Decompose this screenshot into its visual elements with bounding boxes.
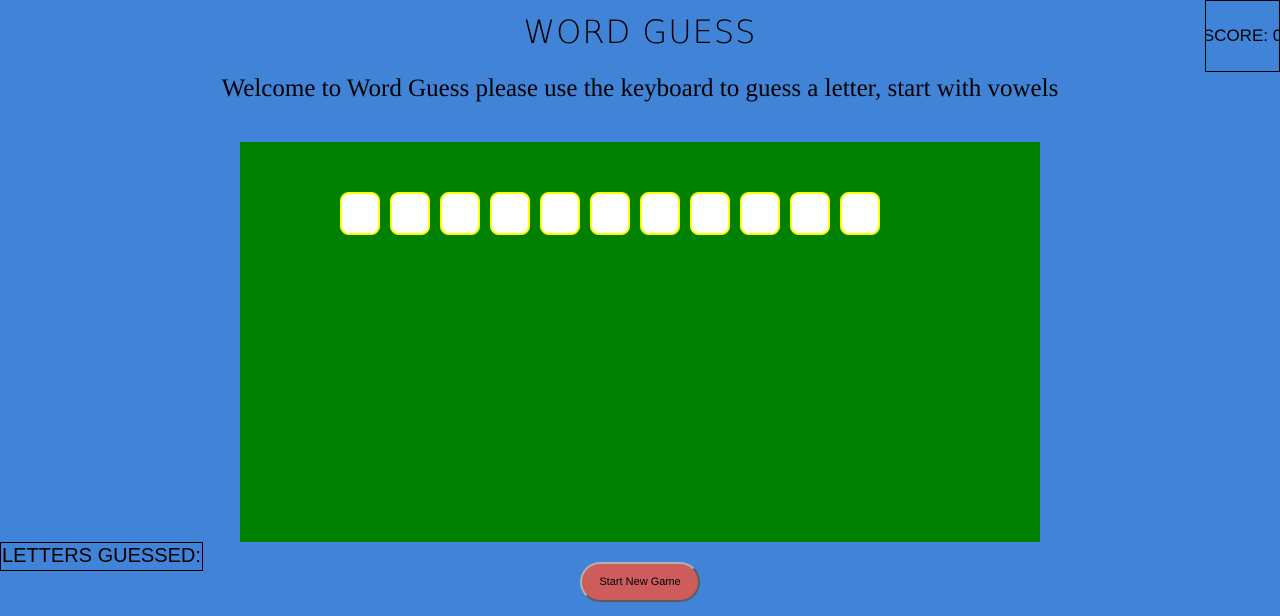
letter-tile <box>340 192 380 235</box>
letter-tile <box>790 192 830 235</box>
word-tiles <box>340 192 880 235</box>
page-title: WORD GUESS <box>523 13 757 51</box>
letter-tile <box>640 192 680 235</box>
letter-tile <box>840 192 880 235</box>
letters-guessed-box: LETTERS GUESSED: <box>0 542 203 571</box>
letter-tile <box>440 192 480 235</box>
start-new-game-button[interactable]: Start New Game <box>580 562 700 602</box>
score-label: SCORE: 0 <box>1205 26 1280 45</box>
letter-tile <box>590 192 630 235</box>
letter-tile <box>390 192 430 235</box>
instructions-text: Welcome to Word Guess please use the key… <box>221 75 1059 102</box>
letter-tile <box>540 192 580 235</box>
score-display: SCORE: 0 <box>1205 0 1280 72</box>
game-board <box>240 142 1040 542</box>
letter-tile <box>740 192 780 235</box>
letter-tile <box>490 192 530 235</box>
letter-tile <box>690 192 730 235</box>
letters-guessed-label: LETTERS GUESSED: <box>2 545 201 567</box>
